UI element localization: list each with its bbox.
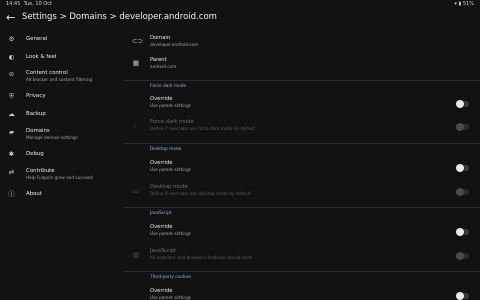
sidebar-item-label: Backup bbox=[26, 111, 46, 117]
sidebar-item-general[interactable]: ⚙ General bbox=[0, 32, 123, 50]
battery-indicator: ▾ ▮ 51% bbox=[454, 1, 474, 7]
backup-icon: ☁ bbox=[8, 110, 15, 118]
status-bar: 14:45 Tue, 10 Oct ▾ ▮ 51% bbox=[0, 0, 480, 9]
domain-row: ⊂⊃ Domain developer.android.com bbox=[123, 32, 480, 54]
sidebar-item-label: Debug bbox=[26, 151, 44, 157]
sidebar-item-label: General bbox=[26, 36, 48, 42]
parent-value: android.com bbox=[150, 64, 177, 69]
section-header-javascript: JavaScript bbox=[150, 211, 172, 216]
domain-building-icon: ▦ bbox=[132, 59, 140, 67]
sidebar-item-sub: Help Fulguris grow and succeed bbox=[26, 174, 93, 180]
page-title: Settings > Domains > developer.android.c… bbox=[22, 12, 217, 22]
override-javascript-row[interactable]: Override Use parent settings bbox=[123, 221, 480, 241]
sidebar-item-backup[interactable]: ☁ Backup bbox=[0, 107, 123, 125]
divider bbox=[123, 207, 480, 208]
gear-icon: ⚙ bbox=[8, 35, 15, 43]
bug-icon: ✱ bbox=[8, 150, 15, 158]
sidebar-item-debug[interactable]: ✱ Debug bbox=[0, 147, 123, 165]
back-arrow-icon[interactable]: ← bbox=[6, 12, 18, 24]
sidebar-item-label: Look & feel bbox=[26, 54, 57, 60]
sidebar-item-label: Privacy bbox=[26, 93, 46, 99]
sidebar-item-label: Domains bbox=[26, 128, 50, 134]
divider bbox=[123, 143, 480, 144]
override-force-dark-row[interactable]: Override Use parent settings bbox=[123, 93, 480, 113]
sidebar-item-label: About bbox=[26, 191, 42, 197]
override-javascript-toggle[interactable] bbox=[456, 228, 469, 236]
override-label: Override bbox=[150, 160, 173, 166]
sidebar-item-sub: Ad blocker and content filtering bbox=[26, 76, 93, 82]
sidebar-item-sub: Manage domain settings bbox=[26, 134, 78, 140]
divider bbox=[123, 271, 480, 272]
override-label: Override bbox=[150, 224, 173, 230]
folder-icon: ▰ bbox=[9, 128, 14, 136]
section-header-force-dark: Force dark mode bbox=[150, 84, 187, 89]
section-header-third-party-cookies: Third-party cookies bbox=[150, 275, 192, 280]
palette-icon: ◐ bbox=[8, 53, 15, 61]
setting-sub: All websites' and browser's features sho… bbox=[150, 255, 253, 260]
override-sub: Use parent settings bbox=[150, 103, 191, 108]
setting-sub: Define if new tabs use force dark mode b… bbox=[150, 126, 256, 131]
override-sub: Use parent settings bbox=[150, 167, 191, 172]
override-third-party-cookies-row[interactable]: Override Use parent settings bbox=[123, 285, 480, 300]
sidebar-item-look-and-feel[interactable]: ◐ Look & feel bbox=[0, 50, 123, 68]
sidebar-item-contribute[interactable]: ⇄ Contribute Help Fulguris grow and succ… bbox=[0, 166, 123, 184]
block-icon: ⊘ bbox=[8, 70, 15, 78]
contribute-icon: ⇄ bbox=[8, 168, 15, 176]
javascript-toggle bbox=[456, 252, 469, 260]
sidebar-item-domains[interactable]: ▰ Domains Manage domain settings bbox=[0, 126, 123, 144]
setting-label: Force dark mode bbox=[150, 119, 194, 125]
settings-sidebar: ⚙ General ◐ Look & feel ⊘ Content contro… bbox=[0, 30, 123, 300]
status-time-date: 14:45 Tue, 10 Oct bbox=[6, 1, 52, 7]
parent-row[interactable]: ▦ Parent android.com bbox=[123, 54, 480, 76]
section-header-desktop-mode: Desktop mode bbox=[150, 147, 182, 152]
desktop-mode-row: ▭ Desktop mode Define if new tabs use de… bbox=[123, 181, 480, 201]
force-dark-mode-row: ☾ Force dark mode Define if new tabs use… bbox=[123, 116, 480, 136]
override-third-party-cookies-toggle[interactable] bbox=[456, 292, 469, 300]
sidebar-item-label: Contribute bbox=[26, 168, 55, 174]
shield-icon: ⛨ bbox=[9, 92, 14, 100]
sidebar-item-content-control[interactable]: ⊘ Content control Ad blocker and content… bbox=[0, 68, 123, 86]
info-icon: ⓘ bbox=[8, 190, 15, 198]
sidebar-item-label: Content control bbox=[26, 70, 68, 76]
override-label: Override bbox=[150, 288, 173, 294]
setting-label: Desktop mode bbox=[150, 184, 188, 190]
moon-icon: ☾ bbox=[133, 122, 139, 130]
parent-label: Parent bbox=[150, 57, 167, 63]
domain-label: Domain bbox=[150, 35, 171, 41]
override-desktop-mode-toggle[interactable] bbox=[456, 164, 469, 172]
app-bar: ← Settings > Domains > developer.android… bbox=[0, 9, 480, 29]
domain-value: developer.android.com bbox=[150, 42, 199, 47]
javascript-row: ▤ JavaScript All websites' and browser's… bbox=[123, 245, 480, 265]
override-desktop-mode-row[interactable]: Override Use parent settings bbox=[123, 157, 480, 177]
sidebar-item-privacy[interactable]: ⛨ Privacy bbox=[0, 89, 123, 107]
sidebar-item-about[interactable]: ⓘ About bbox=[0, 187, 123, 205]
override-label: Override bbox=[150, 96, 173, 102]
setting-label: JavaScript bbox=[150, 248, 177, 254]
override-sub: Use parent settings bbox=[150, 295, 191, 300]
override-force-dark-toggle[interactable] bbox=[456, 100, 469, 108]
javascript-file-icon: ▤ bbox=[132, 251, 140, 259]
domain-settings-panel: ⊂⊃ Domain developer.android.com ▦ Parent… bbox=[123, 30, 480, 300]
setting-sub: Define if new tabs use desktop mode by d… bbox=[150, 191, 251, 196]
link-icon: ⊂⊃ bbox=[132, 37, 143, 45]
override-sub: Use parent settings bbox=[150, 231, 191, 236]
force-dark-mode-toggle bbox=[456, 123, 469, 131]
divider bbox=[123, 80, 480, 81]
desktop-mode-toggle bbox=[456, 188, 469, 196]
desktop-icon: ▭ bbox=[132, 187, 140, 195]
